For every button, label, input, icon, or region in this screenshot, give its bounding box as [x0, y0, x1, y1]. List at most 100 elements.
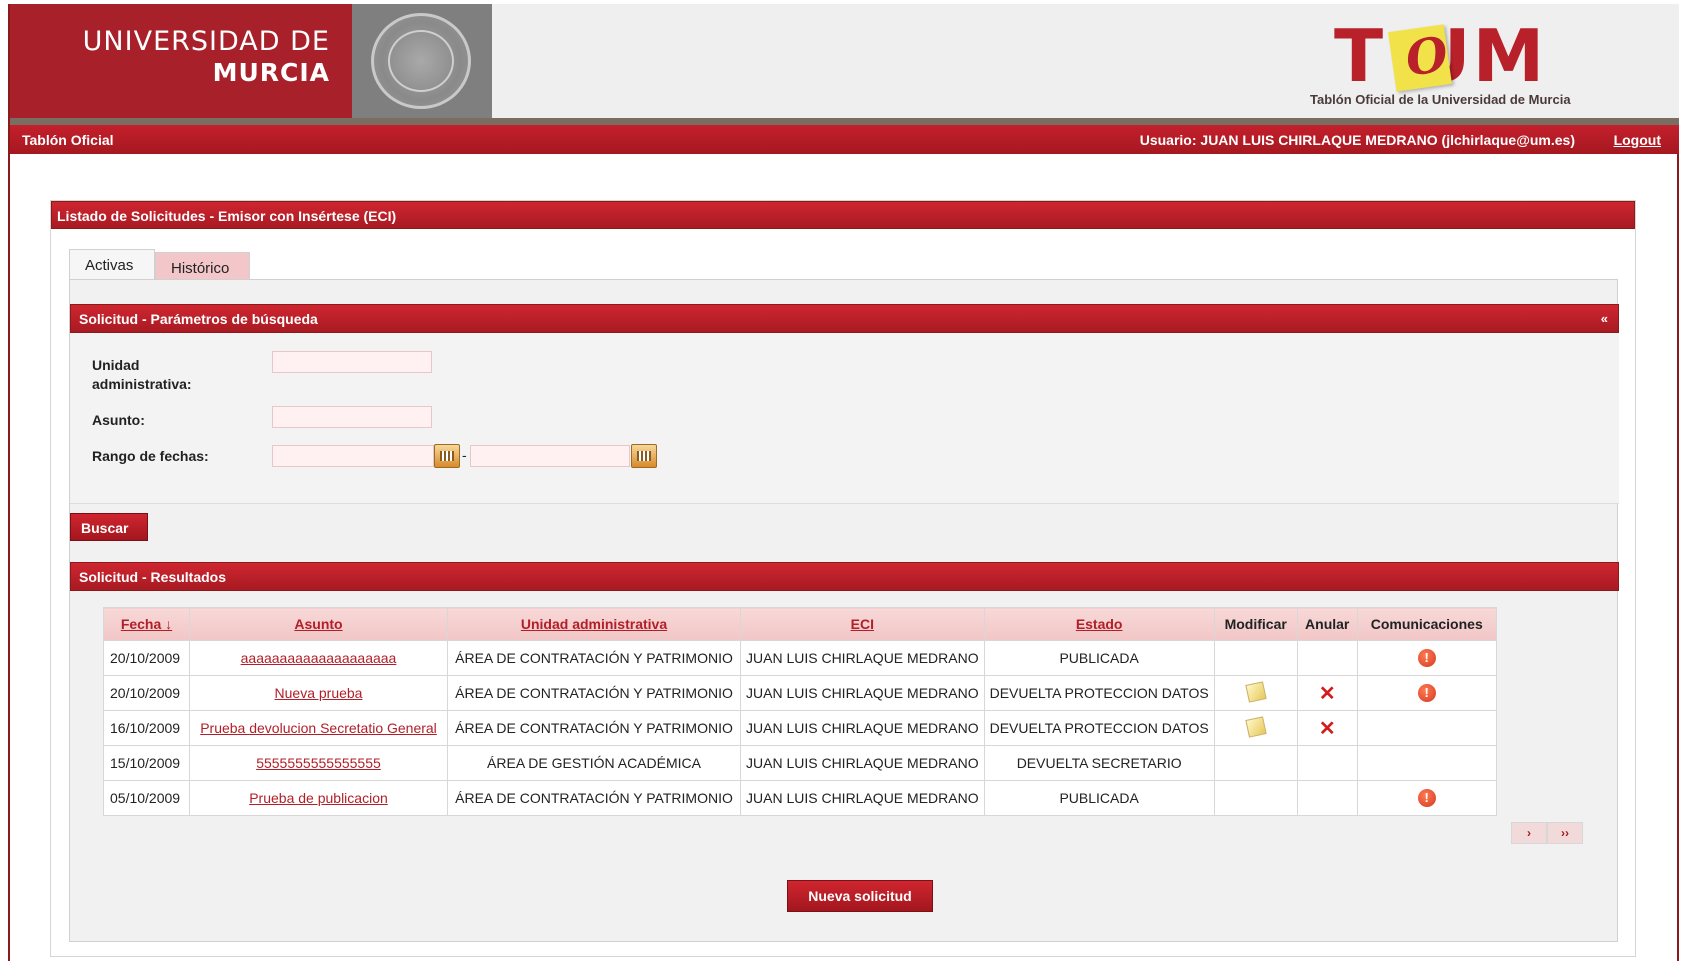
cell-modificar [1213, 745, 1298, 781]
collapse-icon[interactable]: « [1601, 311, 1608, 326]
toum-subtitle: Tablón Oficial de la Universidad de Murc… [1310, 92, 1571, 107]
table-row: 20/10/2009 aaaaaaaaaaaaaaaaaaaa ÁREA DE CO… [103, 640, 1497, 676]
column-header-modificar: Modificar [1213, 607, 1298, 641]
asunto-input[interactable] [272, 406, 432, 428]
cell-comunicaciones: ! [1356, 675, 1497, 711]
cell-eci: JUAN LUIS CHIRLAQUE MEDRANO [740, 710, 985, 746]
table-row: 15/10/2009 5555555555555555 ÁREA DE GESTIÓ… [103, 745, 1497, 781]
cell-modificar [1213, 780, 1298, 816]
university-seal [352, 4, 492, 118]
asunto-link[interactable]: 5555555555555555 [256, 755, 381, 771]
results-table: Fecha ↓ Asunto Unidad administrativa ECI… [103, 607, 1497, 816]
cell-comunicaciones [1356, 710, 1497, 746]
cell-fecha: 15/10/2009 [103, 745, 190, 781]
cell-estado: PUBLICADA [983, 780, 1215, 816]
search-panel-title: Solicitud - Parámetros de búsqueda [79, 311, 318, 327]
column-header-unidad[interactable]: Unidad administrativa [447, 607, 741, 641]
cell-estado: DEVUELTA SECRETARIO [983, 745, 1215, 781]
nueva-solicitud-button[interactable]: Nueva solicitud [787, 880, 933, 912]
cell-eci: JUAN LUIS CHIRLAQUE MEDRANO [740, 745, 985, 781]
date-separator: - [462, 447, 467, 463]
cell-estado: PUBLICADA [983, 640, 1215, 676]
unidad-label-line1: Unidad [92, 357, 140, 373]
table-row: 16/10/2009 Prueba devolucion Secretatio G… [103, 710, 1497, 746]
asunto-link[interactable]: aaaaaaaaaaaaaaaaaaaa [241, 650, 397, 666]
column-header-estado[interactable]: Estado [983, 607, 1215, 641]
calendar-icon[interactable] [434, 444, 460, 468]
fecha-desde-input[interactable] [272, 445, 434, 467]
search-panel-header: Solicitud - Parámetros de búsqueda « [70, 304, 1619, 333]
asunto-link[interactable]: Nueva prueba [275, 685, 363, 701]
cell-comunicaciones [1356, 745, 1497, 781]
section-title: Tablón Oficial [22, 132, 114, 148]
cell-fecha: 20/10/2009 [103, 675, 190, 711]
column-header-comunicaciones: Comunicaciones [1356, 607, 1497, 641]
cell-eci: JUAN LUIS CHIRLAQUE MEDRANO [740, 640, 985, 676]
results-panel-title: Solicitud - Resultados [79, 569, 227, 585]
delete-icon[interactable]: ✕ [1319, 683, 1336, 705]
unidad-input[interactable] [272, 351, 432, 373]
cell-comunicaciones: ! [1356, 780, 1497, 816]
warning-icon[interactable]: ! [1417, 789, 1436, 807]
asunto-link[interactable]: Prueba devolucion Secretatio General [200, 720, 437, 736]
cell-anular [1296, 780, 1358, 816]
delete-icon[interactable]: ✕ [1319, 718, 1336, 740]
user-info: Usuario: JUAN LUIS CHIRLAQUE MEDRANO (jl… [1139, 132, 1575, 148]
column-header-eci[interactable]: ECI [740, 607, 985, 641]
cell-unidad: ÁREA DE CONTRATACIÓN Y PATRIMONIO [447, 710, 741, 746]
cell-fecha: 20/10/2009 [103, 640, 190, 676]
asunto-link[interactable]: Prueba de publicacion [249, 790, 388, 806]
toum-logo[interactable]: T UM O Tablón Oficial de la Universidad … [1310, 14, 1640, 114]
cell-eci: JUAN LUIS CHIRLAQUE MEDRANO [740, 675, 985, 711]
cell-anular [1296, 640, 1358, 676]
edit-icon[interactable] [1245, 715, 1267, 738]
cell-asunto: Nueva prueba [189, 675, 448, 711]
last-page-button[interactable]: ›› [1547, 822, 1583, 844]
cell-unidad: ÁREA DE CONTRATACIÓN Y PATRIMONIO [447, 675, 741, 711]
calendar-icon[interactable] [631, 444, 657, 468]
cell-estado: DEVUELTA PROTECCION DATOS [983, 710, 1215, 746]
cell-anular: ✕ [1296, 710, 1358, 746]
top-bar: Tablón Oficial Usuario: JUAN LUIS CHIRLA… [10, 125, 1679, 154]
fecha-hasta-input[interactable] [470, 445, 630, 467]
edit-icon[interactable] [1245, 680, 1267, 703]
results-panel-header: Solicitud - Resultados [70, 562, 1619, 591]
tab-historico[interactable]: Histórico [155, 252, 250, 281]
table-header-row: Fecha ↓ Asunto Unidad administrativa ECI… [103, 607, 1497, 641]
tab-activas[interactable]: Activas [69, 249, 155, 281]
warning-icon[interactable]: ! [1417, 684, 1436, 702]
warning-icon[interactable]: ! [1417, 649, 1436, 667]
cell-asunto: Prueba devolucion Secretatio General [189, 710, 448, 746]
table-row: 20/10/2009 Nueva prueba ÁREA DE CONTRATACI… [103, 675, 1497, 711]
search-form: Unidad administrativa: Asunto: Rango de … [70, 333, 1619, 504]
cell-modificar [1213, 710, 1298, 746]
toum-note-letter: O [1402, 26, 1452, 88]
cell-anular: ✕ [1296, 675, 1358, 711]
university-name-line2: MURCIA [212, 58, 330, 87]
cell-fecha: 16/10/2009 [103, 710, 190, 746]
tab-content: Solicitud - Parámetros de búsqueda « Uni… [69, 279, 1619, 942]
next-page-button[interactable]: › [1511, 822, 1547, 844]
cell-comunicaciones: ! [1356, 640, 1497, 676]
cell-estado: DEVUELTA PROTECCION DATOS [983, 675, 1215, 711]
buscar-button[interactable]: Buscar [70, 513, 148, 541]
header-stripe [10, 118, 1679, 125]
main-panel: Listado de Solicitudes - Emisor con Insé… [50, 200, 1636, 957]
cell-unidad: ÁREA DE CONTRATACIÓN Y PATRIMONIO [447, 780, 741, 816]
asunto-label: Asunto: [92, 412, 145, 428]
header: UNIVERSIDAD DE MURCIA T UM O Tablón Ofic… [10, 4, 1679, 118]
unidad-label-line2: administrativa: [92, 376, 192, 392]
cell-fecha: 05/10/2009 [103, 780, 190, 816]
cell-unidad: ÁREA DE CONTRATACIÓN Y PATRIMONIO [447, 640, 741, 676]
cell-asunto: Prueba de publicacion [189, 780, 448, 816]
cell-asunto: aaaaaaaaaaaaaaaaaaaa [189, 640, 448, 676]
cell-unidad: ÁREA DE GESTIÓN ACADÉMICA [447, 745, 741, 781]
university-logo[interactable]: UNIVERSIDAD DE MURCIA [10, 4, 352, 118]
column-header-fecha[interactable]: Fecha ↓ [103, 607, 190, 641]
cell-eci: JUAN LUIS CHIRLAQUE MEDRANO [740, 780, 985, 816]
cell-asunto: 5555555555555555 [189, 745, 448, 781]
column-header-asunto[interactable]: Asunto [189, 607, 448, 641]
logout-link[interactable]: Logout [1614, 132, 1661, 148]
cell-anular [1296, 745, 1358, 781]
rango-label: Rango de fechas: [92, 448, 209, 464]
